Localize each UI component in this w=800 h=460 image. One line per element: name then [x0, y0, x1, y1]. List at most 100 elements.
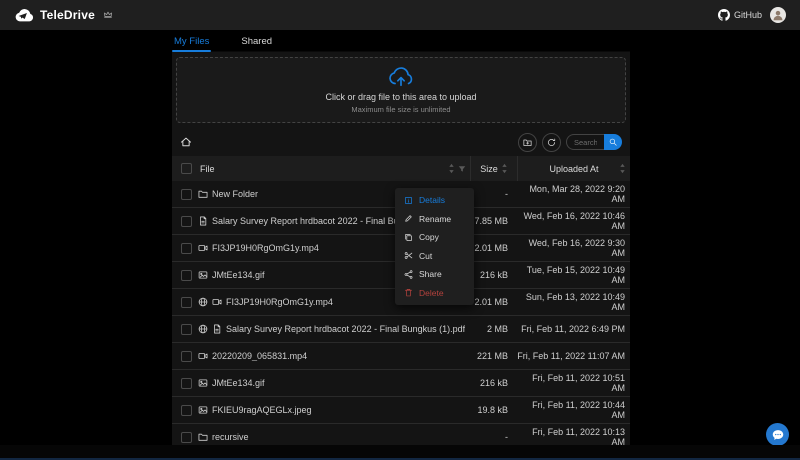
file-uploaded-at: Wed, Feb 16, 2022 9:30 AM: [528, 238, 625, 258]
edit-icon: [404, 214, 413, 223]
sort-size-icon[interactable]: [501, 163, 508, 174]
row-checkbox[interactable]: [181, 404, 192, 416]
file-uploaded-at: Fri, Feb 11, 2022 10:44 AM: [532, 400, 625, 420]
github-link[interactable]: GitHub: [717, 9, 762, 21]
sort-uploaded-icon[interactable]: [619, 163, 626, 174]
menu-item-label: Details: [419, 195, 445, 206]
column-size: Size: [470, 156, 517, 181]
context-menu: Details Rename Copy Cut Share Delete: [395, 188, 474, 305]
tab-my-files[interactable]: My Files: [172, 34, 212, 52]
menu-item-copy[interactable]: Copy: [395, 228, 474, 247]
file-uploaded-at: Tue, Feb 15, 2022 10:49 AM: [526, 265, 625, 285]
shared-globe-icon: [198, 297, 208, 307]
file-uploaded-at: Wed, Feb 16, 2022 10:46 AM: [523, 211, 625, 231]
file-name[interactable]: 20220209_065831.mp4: [212, 351, 307, 361]
menu-item-label: Copy: [419, 232, 439, 243]
pdf-icon: [212, 324, 222, 334]
copy-icon: [404, 233, 413, 242]
file-name[interactable]: FI3JP19H0RgOmG1y.mp4: [226, 297, 333, 307]
search-group: [566, 134, 622, 150]
sort-file-icon[interactable]: [448, 163, 455, 174]
file-size: 2.01 MB: [474, 243, 508, 253]
menu-item-label: Delete: [419, 287, 444, 298]
file-size: -: [505, 189, 508, 199]
scissors-icon: [404, 251, 413, 260]
row-checkbox[interactable]: [181, 188, 192, 200]
file-name[interactable]: Salary Survey Report hrdbacot 2022 - Fin…: [226, 324, 465, 334]
file-size: 2 MB: [486, 324, 508, 334]
menu-item-share[interactable]: Share: [395, 265, 474, 284]
file-uploaded-at: Sun, Feb 13, 2022 10:49 AM: [525, 292, 625, 312]
avatar-person-icon: [772, 9, 784, 21]
filter-file-icon[interactable]: [458, 165, 466, 173]
tab-shared[interactable]: Shared: [239, 34, 274, 51]
row-checkbox[interactable]: [181, 350, 192, 362]
search-button[interactable]: [604, 134, 622, 150]
video-icon: [198, 351, 208, 361]
folder-icon: [198, 432, 208, 442]
new-folder-button[interactable]: [518, 132, 537, 152]
file-name[interactable]: FI3JP19H0RgOmG1y.mp4: [212, 243, 319, 253]
folder-icon: [198, 189, 208, 199]
menu-item-details[interactable]: Details: [395, 191, 474, 210]
image-icon: [198, 378, 208, 388]
footer-bar: [0, 445, 800, 460]
app-title: TeleDrive: [40, 8, 95, 22]
video-icon: [212, 297, 222, 307]
file-size: 216 kB: [479, 270, 508, 280]
file-uploaded-at: Fri, Feb 11, 2022 6:49 PM: [521, 324, 625, 334]
file-name[interactable]: JMtEe134.gif: [212, 270, 265, 280]
select-all-checkbox[interactable]: [181, 163, 192, 174]
table-header: File Size Uploaded At: [172, 156, 630, 181]
refresh-button[interactable]: [542, 132, 561, 152]
column-size-label: Size: [480, 163, 498, 174]
app-brand: TeleDrive: [14, 8, 113, 23]
file-size: 216 kB: [479, 378, 508, 388]
shared-globe-icon: [198, 324, 208, 334]
column-file: File: [198, 163, 470, 174]
menu-item-delete[interactable]: Delete: [395, 284, 474, 303]
row-checkbox[interactable]: [181, 296, 192, 308]
file-uploaded-at: Fri, Feb 11, 2022 11:07 AM: [517, 351, 625, 361]
file-name[interactable]: FKIEU9ragAQEGLx.jpeg: [212, 405, 312, 415]
file-uploaded-at: Mon, Mar 28, 2022 9:20 AM: [529, 184, 625, 204]
row-checkbox[interactable]: [181, 215, 192, 227]
table-row[interactable]: 20220209_065831.mp4 221 MB Fri, Feb 11, 20…: [172, 343, 630, 370]
search-input[interactable]: [566, 134, 604, 150]
image-icon: [198, 405, 208, 415]
upload-title: Click or drag file to this area to uploa…: [325, 91, 477, 102]
row-checkbox[interactable]: [181, 377, 192, 389]
file-size: 221 MB: [476, 351, 508, 361]
avatar[interactable]: [770, 7, 786, 23]
tab-label: Shared: [241, 36, 273, 47]
menu-item-cut[interactable]: Cut: [395, 247, 474, 266]
toolbar-actions: [518, 132, 622, 152]
file-size: 7.85 MB: [474, 216, 508, 226]
crown-icon[interactable]: [103, 10, 113, 20]
row-checkbox[interactable]: [181, 242, 192, 254]
table-row[interactable]: Salary Survey Report hrdbacot 2022 - Fin…: [172, 316, 630, 343]
home-breadcrumb-icon[interactable]: [180, 136, 192, 148]
file-toolbar: [172, 130, 630, 154]
file-size: -: [505, 432, 508, 442]
image-icon: [198, 270, 208, 280]
chat-fab-button[interactable]: [766, 423, 789, 446]
table-row[interactable]: FKIEU9ragAQEGLx.jpeg 19.8 kB Fri, Feb 11, …: [172, 397, 630, 424]
column-file-label: File: [200, 163, 215, 174]
file-name[interactable]: JMtEe134.gif: [212, 378, 265, 388]
menu-item-rename[interactable]: Rename: [395, 210, 474, 229]
upload-dropzone[interactable]: Click or drag file to this area to uploa…: [176, 57, 626, 123]
row-checkbox[interactable]: [181, 431, 192, 443]
file-name[interactable]: New Folder: [212, 189, 258, 199]
column-uploaded: Uploaded At: [517, 156, 630, 181]
file-name[interactable]: recursive: [212, 432, 249, 442]
row-checkbox[interactable]: [181, 323, 192, 335]
column-uploaded-label: Uploaded At: [549, 163, 599, 174]
cloud-upload-icon: [388, 66, 414, 87]
trash-icon: [404, 288, 413, 297]
info-square-icon: [404, 196, 413, 205]
table-row[interactable]: JMtEe134.gif 216 kB Fri, Feb 11, 2022 10:5…: [172, 370, 630, 397]
search-icon: [609, 138, 617, 146]
row-checkbox[interactable]: [181, 269, 192, 281]
sync-icon: [547, 138, 556, 147]
